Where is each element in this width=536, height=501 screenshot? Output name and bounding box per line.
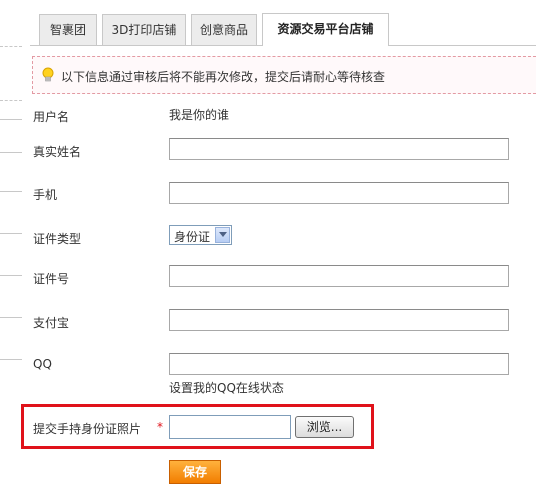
id-number-label: 证件号: [33, 272, 70, 286]
tab-3d-print-store[interactable]: 3D打印店铺: [102, 14, 186, 45]
edge-divider: [0, 119, 22, 120]
edge-divider: [0, 100, 22, 101]
edge-divider: [0, 152, 22, 153]
lightbulb-icon: [41, 67, 55, 83]
qq-status-hint: 设置我的QQ在线状态: [169, 381, 284, 395]
username-value: 我是你的谁: [169, 108, 230, 122]
edge-divider: [0, 233, 22, 234]
required-mark: *: [157, 420, 163, 434]
id-number-input[interactable]: [169, 265, 509, 287]
tab-creative-goods[interactable]: 创意商品: [191, 14, 257, 45]
id-type-select[interactable]: 身份证: [169, 225, 232, 245]
tab-zhiguotuan[interactable]: 智裹团: [39, 14, 97, 45]
id-photo-file-input[interactable]: [169, 415, 291, 439]
id-photo-label: 提交手持身份证照片: [33, 422, 142, 436]
browse-button[interactable]: 浏览...: [295, 416, 354, 438]
id-type-selected-value: 身份证: [174, 230, 211, 244]
phone-label: 手机: [33, 188, 58, 202]
alipay-label: 支付宝: [33, 316, 70, 330]
edge-divider: [0, 359, 22, 360]
tab-bar: 智裹团 3D打印店铺 创意商品 资源交易平台店铺: [0, 0, 536, 46]
notice-banner: 以下信息通过审核后将不能再次修改，提交后请耐心等待核查: [32, 56, 536, 94]
tab-resource-trading-store[interactable]: 资源交易平台店铺: [262, 13, 389, 46]
qq-label: QQ: [33, 357, 52, 371]
edge-divider: [0, 46, 22, 47]
alipay-input[interactable]: [169, 309, 509, 331]
edge-divider: [0, 317, 22, 318]
notice-text: 以下信息通过审核后将不能再次修改，提交后请耐心等待核查: [61, 70, 386, 84]
edge-divider: [0, 191, 22, 192]
qq-input[interactable]: [169, 353, 509, 375]
username-label: 用户名: [33, 110, 70, 124]
save-button[interactable]: 保存: [169, 460, 221, 484]
chevron-down-icon[interactable]: [215, 227, 230, 243]
edge-divider: [0, 275, 22, 276]
real-name-input[interactable]: [169, 138, 509, 160]
id-type-label: 证件类型: [33, 232, 82, 246]
real-name-label: 真实姓名: [33, 145, 82, 159]
phone-input[interactable]: [169, 182, 509, 204]
